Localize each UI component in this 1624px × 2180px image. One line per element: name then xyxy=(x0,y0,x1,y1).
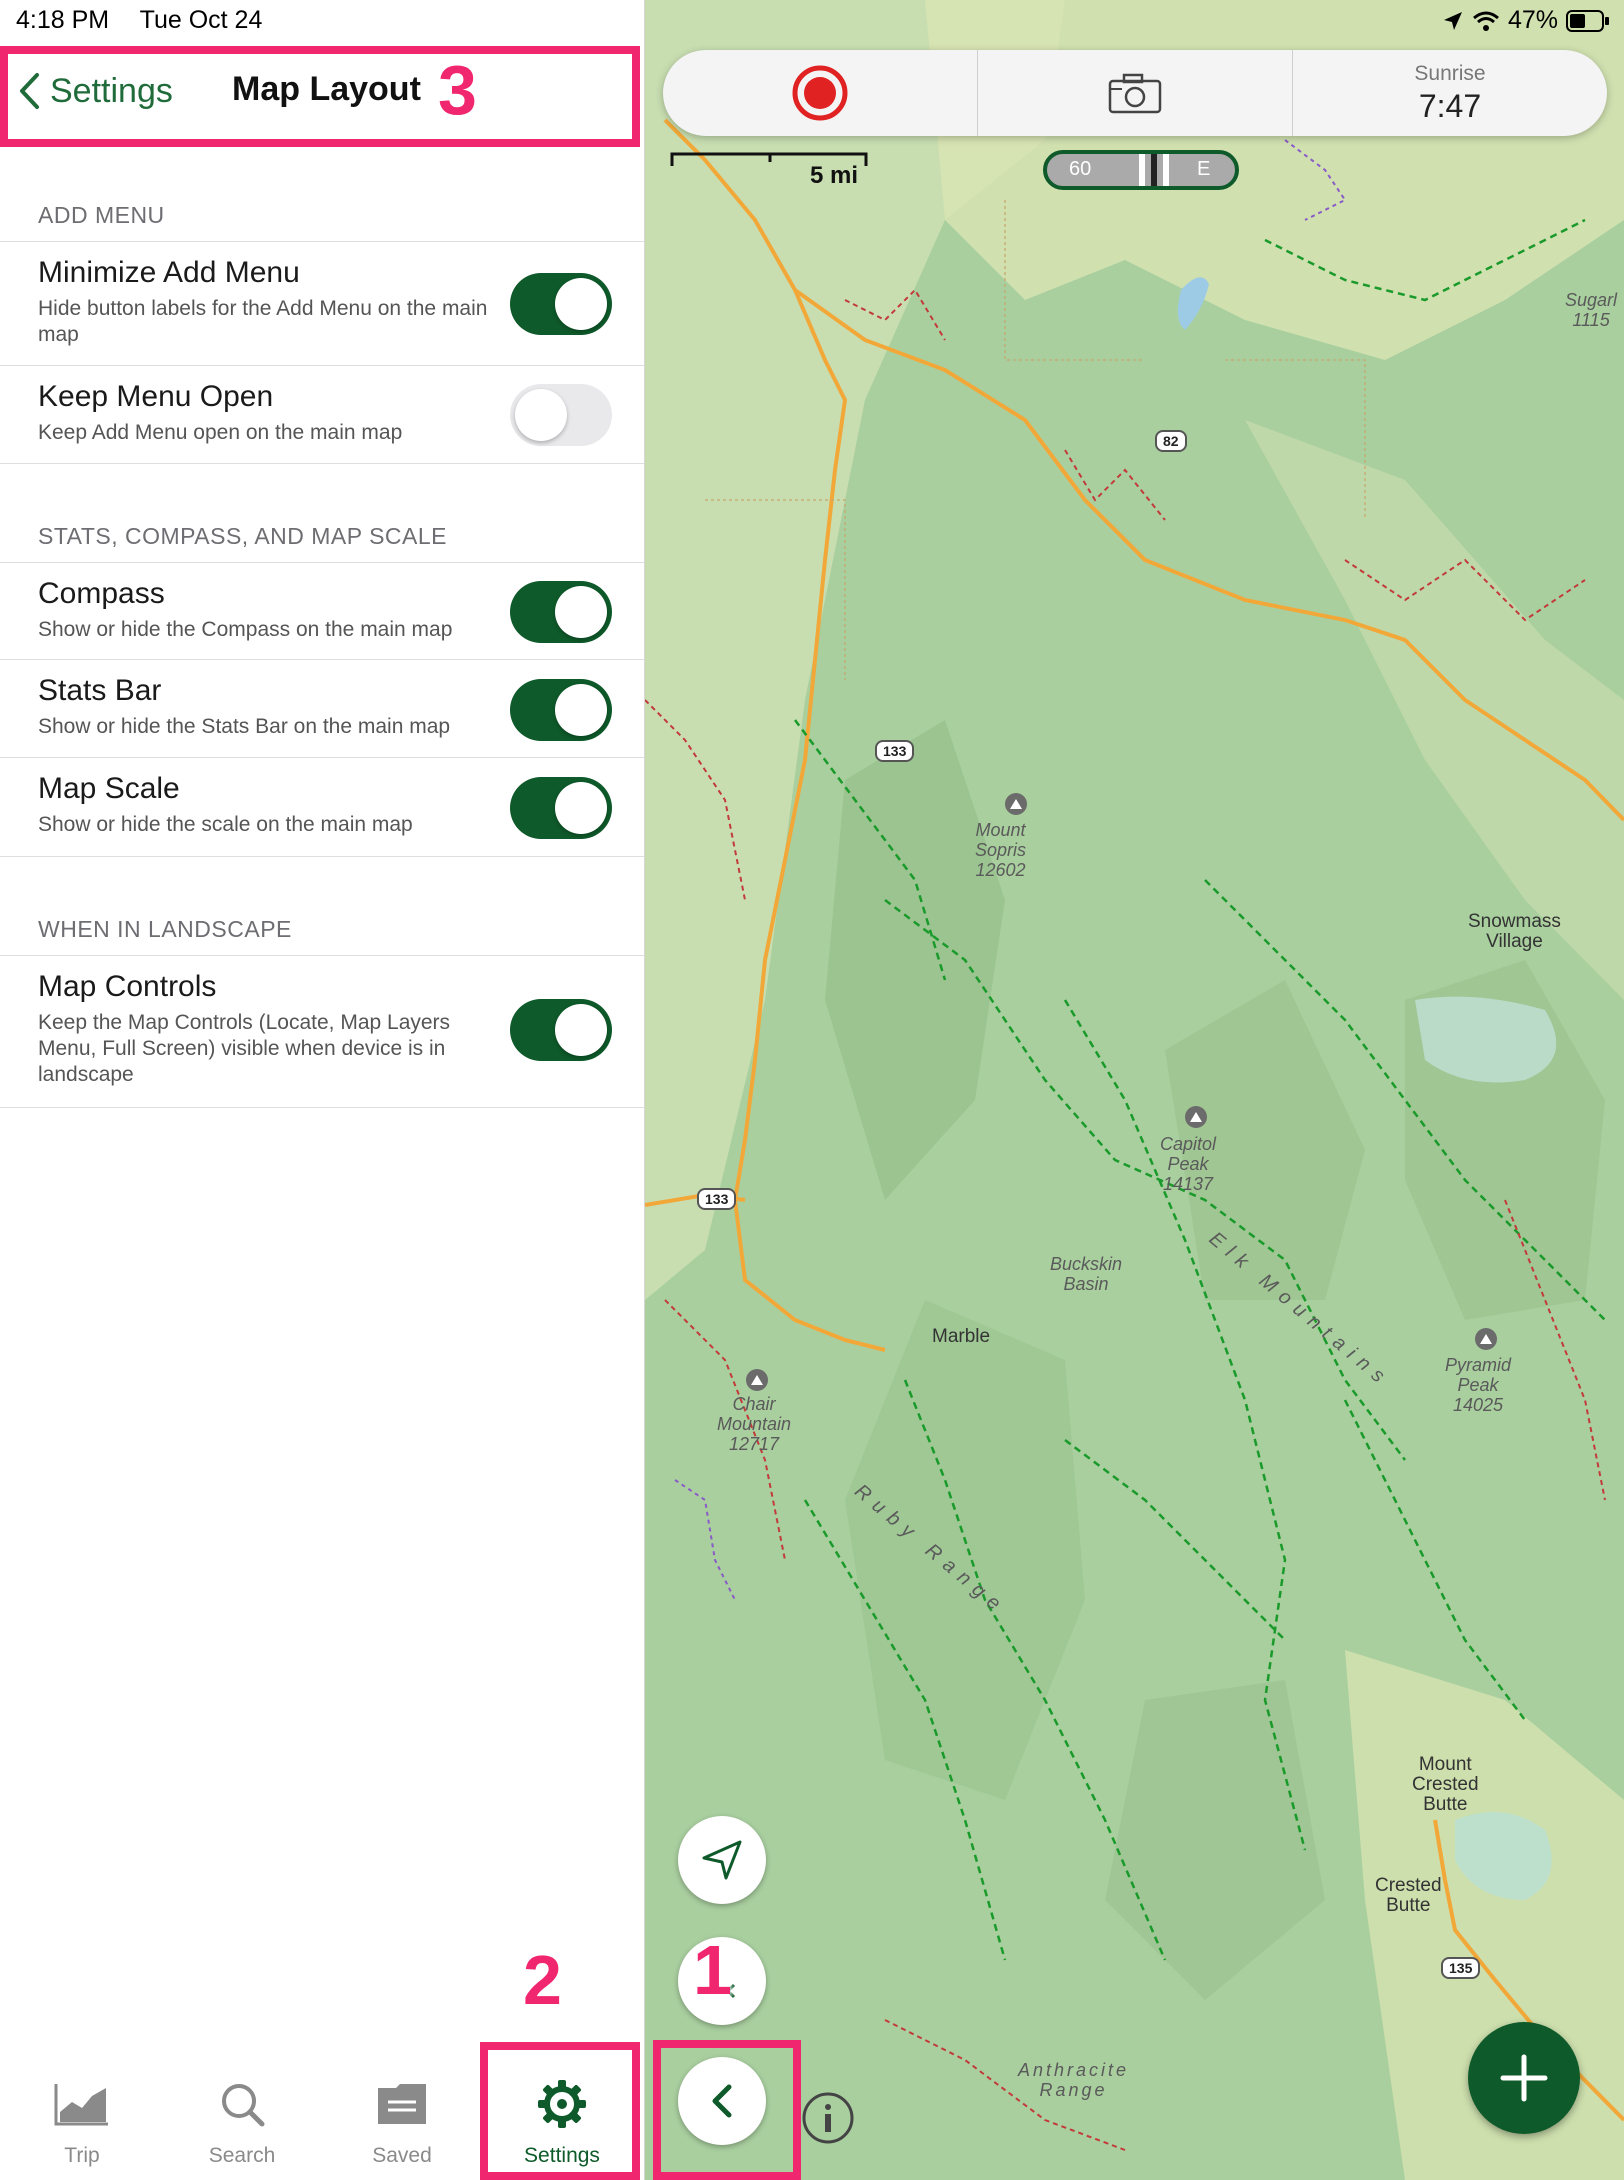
camera-icon xyxy=(1108,73,1162,114)
map-label-sugarloaf: Sugarl 1115 xyxy=(1565,290,1618,330)
setting-subtitle: Hide button labels for the Add Menu on t… xyxy=(38,297,488,346)
tab-trip[interactable]: Trip xyxy=(22,2078,142,2168)
map-label-capitol-peak: Capitol Peak 14137 xyxy=(1160,1134,1217,1194)
magnifier-icon xyxy=(222,2084,265,2127)
toggle-knob xyxy=(555,1004,607,1056)
map-view[interactable]: 47% Sunrise 7:47 5 mi 60 E Sugarl 1115 M… xyxy=(645,0,1624,2180)
battery-percent: 47% xyxy=(1507,6,1558,34)
section-header-add-menu: ADD MENU xyxy=(38,202,165,228)
setting-subtitle: Show or hide the Compass on the main map xyxy=(38,618,453,641)
annotation-number-2: 2 xyxy=(523,1941,562,2019)
tab-label: Saved xyxy=(372,2144,432,2167)
location-arrow-icon xyxy=(1443,11,1462,30)
sunrise-label: Sunrise xyxy=(1414,61,1486,85)
tab-saved[interactable]: Saved xyxy=(342,2078,462,2168)
compass-needle-icon xyxy=(1139,154,1169,186)
setting-title: Stats Bar xyxy=(38,674,162,707)
battery-icon xyxy=(1566,9,1609,32)
road-shield-82: 82 xyxy=(1155,430,1187,452)
annotation-number-3: 3 xyxy=(438,51,477,129)
toggle-knob xyxy=(555,782,607,834)
map-label-anthracite-range: Anthracite Range xyxy=(1018,2060,1130,2100)
setting-row-compass: Compass Show or hide the Compass on the … xyxy=(0,562,644,660)
setting-title: Keep Menu Open xyxy=(38,380,274,413)
tab-search[interactable]: Search xyxy=(182,2078,302,2168)
sunrise-time: 7:47 xyxy=(1418,87,1482,124)
toggle-knob xyxy=(515,389,567,441)
setting-title: Minimize Add Menu xyxy=(38,256,300,289)
map-label-buckskin-basin: Buckskin Basin xyxy=(1050,1254,1123,1294)
status-date: Tue Oct 24 xyxy=(139,6,263,34)
peak-marker-icon xyxy=(1185,1106,1207,1128)
setting-row-stats-bar: Stats Bar Show or hide the Stats Bar on … xyxy=(0,659,644,758)
map-scale-toggle[interactable] xyxy=(510,777,612,839)
location-arrow-icon xyxy=(702,1840,742,1880)
info-icon xyxy=(802,2092,854,2144)
stats-bar-toggle[interactable] xyxy=(510,679,612,741)
record-icon xyxy=(792,65,848,121)
setting-row-keep-menu-open: Keep Menu Open Keep Add Menu open on the… xyxy=(0,365,644,464)
section-header-stats: STATS, COMPASS, AND MAP SCALE xyxy=(38,523,448,549)
add-button[interactable] xyxy=(1468,2022,1580,2134)
road-shield-133: 133 xyxy=(875,740,915,762)
peak-marker-icon xyxy=(1475,1328,1497,1350)
map-label-snowmass-village: Snowmass Village xyxy=(1468,911,1561,952)
toggle-knob xyxy=(555,586,607,638)
topo-map-background xyxy=(645,0,1624,2180)
sunrise-stat[interactable]: Sunrise 7:47 xyxy=(1293,50,1607,136)
compass-toggle[interactable] xyxy=(510,581,612,643)
map-label-chair-mountain: Chair Mountain 12717 xyxy=(717,1394,792,1454)
map-scale: 5 mi xyxy=(670,150,870,190)
setting-row-map-controls: Map Controls Keep the Map Controls (Loca… xyxy=(0,955,644,1108)
info-button[interactable] xyxy=(800,2090,856,2146)
setting-subtitle: Show or hide the scale on the main map xyxy=(38,813,413,836)
settings-panel: 4:18 PM Tue Oct 24 Settings Map Layout A… xyxy=(0,0,645,2180)
wifi-icon xyxy=(1472,11,1499,31)
road-shield-133: 133 xyxy=(697,1188,737,1210)
scale-label: 5 mi xyxy=(810,162,859,189)
annotation-number-1: 1 xyxy=(693,1931,732,2009)
map-label-mount-crested-butte: Mount Crested Butte xyxy=(1412,1754,1479,1815)
map-label-mount-sopris: Mount Sopris 12602 xyxy=(975,820,1027,880)
keep-menu-open-toggle[interactable] xyxy=(510,384,612,446)
map-label-crested-butte: Crested Butte xyxy=(1375,1875,1442,1916)
map-top-bar: Sunrise 7:47 xyxy=(663,50,1607,136)
plus-icon xyxy=(1500,2054,1548,2102)
setting-subtitle: Keep the Map Controls (Locate, Map Layer… xyxy=(38,1011,451,1086)
setting-title: Map Scale xyxy=(38,772,180,805)
record-button[interactable] xyxy=(663,50,978,136)
status-time: 4:18 PM xyxy=(16,6,110,34)
map-controls-toggle[interactable] xyxy=(510,999,612,1061)
chart-icon xyxy=(54,2084,108,2126)
status-bar-left: 4:18 PM Tue Oct 24 xyxy=(16,6,286,35)
peak-marker-icon xyxy=(1005,793,1027,815)
minimize-add-menu-toggle[interactable] xyxy=(510,273,612,335)
annotation-box-3 xyxy=(0,46,640,147)
status-bar-right: 47% xyxy=(1442,6,1610,35)
setting-title: Compass xyxy=(38,577,165,610)
tab-label: Trip xyxy=(64,2144,100,2167)
annotation-box-1 xyxy=(653,2040,801,2180)
setting-title: Map Controls xyxy=(38,970,217,1003)
setting-subtitle: Show or hide the Stats Bar on the main m… xyxy=(38,715,451,738)
compass-heading-60: 60 xyxy=(1069,158,1092,180)
toggle-knob xyxy=(555,684,607,736)
section-header-landscape: WHEN IN LANDSCAPE xyxy=(38,916,292,942)
compass-east: E xyxy=(1197,158,1211,180)
setting-row-minimize-add-menu: Minimize Add Menu Hide button labels for… xyxy=(0,241,644,366)
map-label-marble: Marble xyxy=(932,1326,991,1347)
setting-row-map-scale: Map Scale Show or hide the scale on the … xyxy=(0,757,644,857)
annotation-box-2 xyxy=(480,2042,640,2180)
setting-subtitle: Keep Add Menu open on the main map xyxy=(38,421,403,444)
road-shield-135: 135 xyxy=(1441,1957,1481,1979)
locate-button[interactable] xyxy=(678,1816,766,1904)
peak-marker-icon xyxy=(746,1369,768,1391)
folder-icon xyxy=(378,2084,426,2124)
tab-label: Search xyxy=(208,2144,276,2167)
map-label-pyramid-peak: Pyramid Peak 14025 xyxy=(1445,1355,1512,1415)
compass[interactable]: 60 E xyxy=(1043,150,1239,190)
toggle-knob xyxy=(555,278,607,330)
camera-button[interactable] xyxy=(978,50,1293,136)
